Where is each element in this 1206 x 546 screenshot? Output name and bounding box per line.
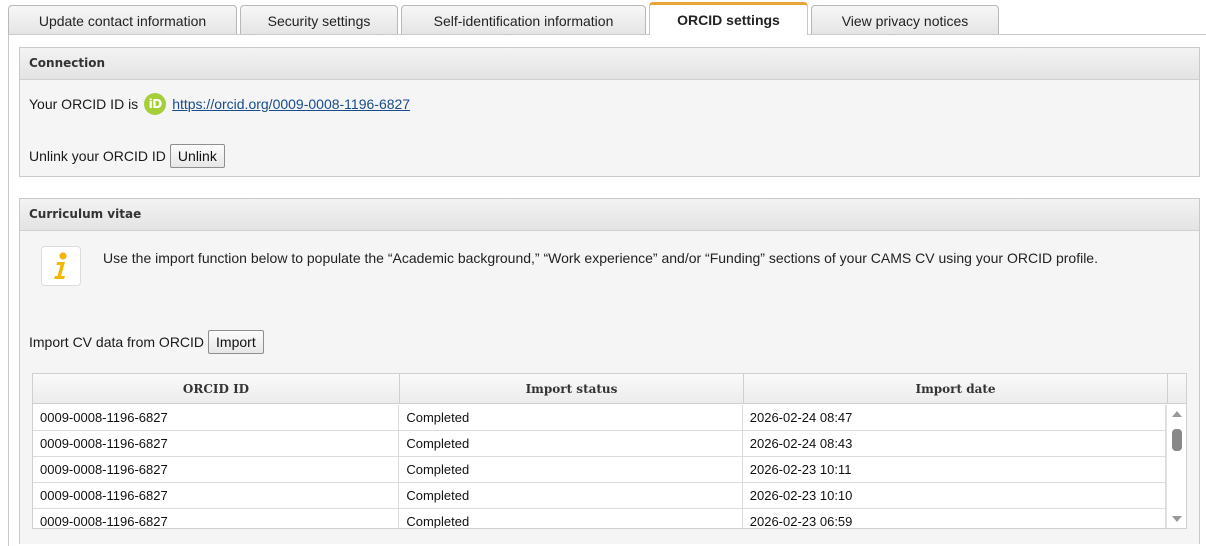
cell-import-status: Completed — [399, 405, 743, 430]
cv-panel-header: Curriculum vitae — [20, 199, 1199, 231]
cell-import-date: 2026-02-23 10:11 — [743, 457, 1166, 482]
table-row[interactable]: 0009-0008-1196-6827 Completed 2026-02-24… — [33, 431, 1166, 457]
cv-import-info-text: Use the import function below to populat… — [103, 250, 1098, 266]
tab-view-privacy-notices[interactable]: View privacy notices — [811, 5, 999, 35]
cell-import-status: Completed — [399, 509, 743, 528]
import-button[interactable]: Import — [208, 330, 264, 354]
tab-update-contact-information[interactable]: Update contact information — [8, 5, 237, 35]
orcid-logo-icon: iD — [144, 93, 167, 115]
orcid-id-row: Your ORCID ID is iD https://orcid.org/00… — [29, 93, 410, 115]
table-row[interactable]: 0009-0008-1196-6827 Completed 2026-02-23… — [33, 509, 1166, 528]
column-header-spacer — [1168, 374, 1186, 403]
column-header-import-date[interactable]: Import date — [744, 374, 1168, 403]
import-history-table: ORCID ID Import status Import date 0009-… — [32, 373, 1187, 529]
cell-orcid-id: 0009-0008-1196-6827 — [33, 509, 400, 528]
table-row[interactable]: 0009-0008-1196-6827 Completed 2026-02-23… — [33, 457, 1166, 483]
cell-import-status: Completed — [399, 483, 743, 508]
tab-bar: Update contact information Security sett… — [8, 2, 1002, 35]
orcid-profile-link[interactable]: https://orcid.org/0009-0008-1196-6827 — [172, 96, 410, 112]
table-header: ORCID ID Import status Import date — [33, 374, 1186, 404]
tab-security-settings[interactable]: Security settings — [240, 5, 398, 35]
table-body: 0009-0008-1196-6827 Completed 2026-02-24… — [33, 405, 1166, 528]
cell-orcid-id: 0009-0008-1196-6827 — [33, 457, 400, 482]
cell-import-date: 2026-02-23 06:59 — [743, 509, 1166, 528]
tab-self-identification-information[interactable]: Self-identification information — [401, 5, 646, 35]
cell-import-status: Completed — [399, 457, 743, 482]
orcid-id-prefix: Your ORCID ID is — [29, 96, 139, 112]
cell-import-date: 2026-02-23 10:10 — [743, 483, 1166, 508]
cell-import-date: 2026-02-24 08:47 — [743, 405, 1166, 430]
cell-orcid-id: 0009-0008-1196-6827 — [33, 431, 400, 456]
cell-import-date: 2026-02-24 08:43 — [743, 431, 1166, 456]
curriculum-vitae-panel: Curriculum vitae Use the import function… — [19, 198, 1200, 544]
info-icon — [41, 246, 81, 286]
scrollbar-thumb[interactable] — [1172, 429, 1182, 451]
table-scrollbar[interactable] — [1166, 405, 1186, 528]
cell-orcid-id: 0009-0008-1196-6827 — [33, 405, 400, 430]
unlink-button[interactable]: Unlink — [169, 144, 225, 168]
cell-orcid-id: 0009-0008-1196-6827 — [33, 483, 400, 508]
unlink-row: Unlink your ORCID ID Unlink — [29, 144, 225, 168]
table-row[interactable]: 0009-0008-1196-6827 Completed 2026-02-24… — [33, 405, 1166, 431]
info-i-glyph — [54, 252, 67, 279]
column-header-orcid-id[interactable]: ORCID ID — [33, 374, 400, 403]
tab-orcid-settings[interactable]: ORCID settings — [649, 2, 808, 35]
import-label: Import CV data from ORCID — [29, 334, 205, 350]
cell-import-status: Completed — [399, 431, 743, 456]
connection-panel: Connection Your ORCID ID is iD https://o… — [19, 47, 1200, 177]
scroll-up-arrow-icon[interactable] — [1172, 411, 1182, 417]
connection-panel-header: Connection — [20, 48, 1199, 80]
unlink-label: Unlink your ORCID ID — [29, 148, 166, 164]
column-header-import-status[interactable]: Import status — [400, 374, 744, 403]
scroll-down-arrow-icon[interactable] — [1172, 516, 1182, 522]
import-row: Import CV data from ORCID Import — [29, 330, 264, 354]
table-row[interactable]: 0009-0008-1196-6827 Completed 2026-02-23… — [33, 483, 1166, 509]
